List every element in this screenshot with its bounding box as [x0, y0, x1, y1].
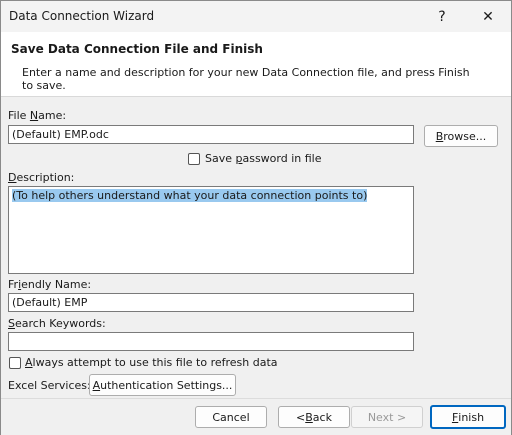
- save-password-label: Save password in file: [205, 152, 322, 165]
- search-keywords-label: Search Keywords:: [8, 317, 106, 330]
- wizard-header: Save Data Connection File and Finish Ent…: [1, 32, 511, 97]
- window-title: Data Connection Wizard: [9, 9, 155, 23]
- friendly-name-label: Friendly Name:: [8, 278, 92, 291]
- close-icon[interactable]: ✕: [465, 1, 511, 32]
- always-refresh-checkbox[interactable]: [9, 357, 21, 369]
- file-name-label: File Name:: [8, 109, 67, 122]
- file-name-input[interactable]: (Default) EMP.odc: [8, 125, 414, 144]
- help-icon[interactable]: ?: [419, 1, 465, 32]
- save-password-checkbox[interactable]: [188, 153, 200, 165]
- authentication-settings-button[interactable]: Authentication Settings...: [89, 374, 236, 396]
- browse-button[interactable]: Browse...: [424, 125, 498, 147]
- description-selected-text: (To help others understand what your dat…: [12, 189, 368, 202]
- friendly-name-input[interactable]: (Default) EMP: [8, 293, 414, 312]
- description-textarea[interactable]: (To help others understand what your dat…: [8, 186, 414, 274]
- title-bar: Data Connection Wizard ? ✕: [1, 1, 511, 32]
- search-keywords-input[interactable]: [8, 332, 414, 351]
- finish-button[interactable]: Finish: [430, 405, 506, 429]
- cancel-button[interactable]: Cancel: [195, 406, 267, 428]
- next-button[interactable]: Next >: [351, 406, 423, 428]
- always-refresh-label: Always attempt to use this file to refre…: [25, 356, 278, 369]
- data-connection-wizard-dialog: Data Connection Wizard ? ✕ Save Data Con…: [0, 0, 512, 435]
- wizard-footer: Cancel < Back Next > Finish: [1, 398, 511, 435]
- back-button[interactable]: < Back: [278, 406, 350, 428]
- step-title: Save Data Connection File and Finish: [11, 42, 263, 56]
- excel-services-label: Excel Services:: [8, 379, 91, 392]
- step-description: Enter a name and description for your ne…: [22, 66, 470, 92]
- description-label: Description:: [8, 171, 75, 184]
